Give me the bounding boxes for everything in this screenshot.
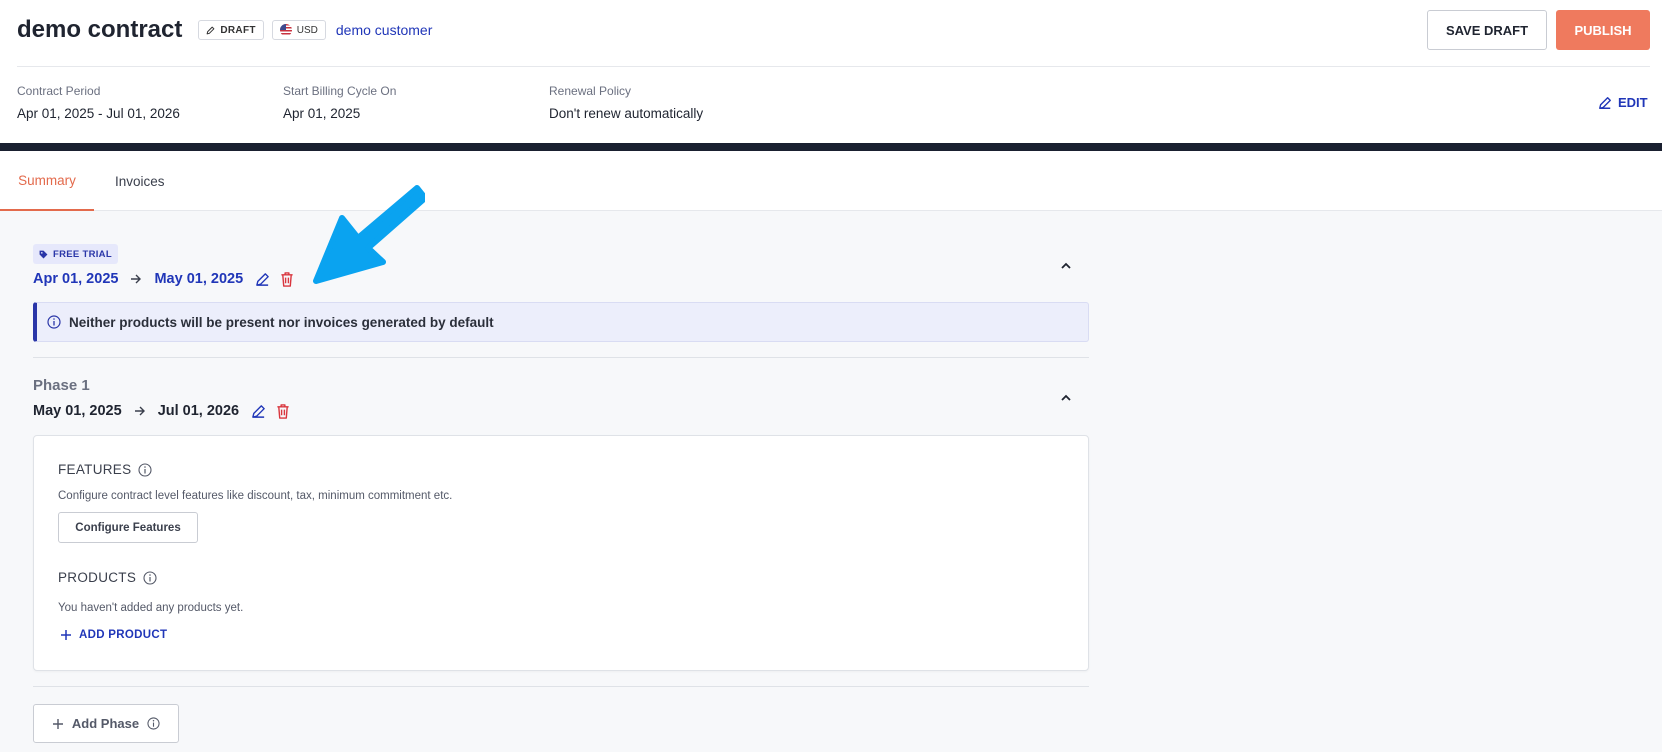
- edit-trial-button[interactable]: [255, 272, 270, 287]
- phase-card: FEATURES Configure contract level featur…: [33, 435, 1089, 671]
- free-trial-label: FREE TRIAL: [53, 248, 112, 260]
- phase-dates: May 01, 2025 Jul 01, 2026: [33, 403, 290, 419]
- add-phase-button[interactable]: Add Phase: [33, 704, 179, 743]
- draft-badge: DRAFT: [198, 20, 264, 40]
- pencil-icon: [1599, 96, 1611, 109]
- tab-bar: Summary Invoices: [0, 151, 1662, 211]
- annotation-arrow-icon: [313, 185, 425, 284]
- edit-label: EDIT: [1618, 95, 1648, 110]
- phase-start-date: May 01, 2025: [33, 403, 122, 419]
- trash-icon: [281, 271, 293, 287]
- info-icon: [47, 315, 61, 329]
- pencil-icon: [252, 404, 265, 418]
- free-trial-info-text: Neither products will be present nor inv…: [69, 314, 494, 330]
- customer-link[interactable]: demo customer: [336, 22, 432, 38]
- pencil-icon: [256, 272, 269, 286]
- contract-period: Contract Period Apr 01, 2025 - Jul 01, 2…: [17, 84, 180, 121]
- plus-icon: [61, 630, 71, 640]
- billing-cycle: Start Billing Cycle On Apr 01, 2025: [283, 84, 396, 121]
- delete-trial-button[interactable]: [280, 271, 294, 287]
- currency-badge: USD: [271, 20, 326, 40]
- page-title: demo contract: [17, 16, 183, 43]
- save-draft-button[interactable]: SAVE DRAFT: [1427, 10, 1547, 50]
- products-heading: PRODUCTS: [58, 570, 157, 585]
- tag-icon: [39, 250, 48, 258]
- contract-header: demo contract DRAFT USD demo customer SA…: [0, 0, 1662, 143]
- contract-period-value: Apr 01, 2025 - Jul 01, 2026: [17, 106, 180, 121]
- phase-end-date: Jul 01, 2026: [157, 403, 240, 419]
- edit-phase-button[interactable]: [251, 404, 266, 419]
- add-product-button[interactable]: ADD PRODUCT: [60, 629, 167, 641]
- plus-icon: [52, 718, 63, 729]
- trial-start-date: Apr 01, 2025: [33, 271, 119, 287]
- delete-phase-button[interactable]: [276, 403, 290, 419]
- add-phase-label: Add Phase: [71, 716, 140, 731]
- collapse-phase-chevron-icon[interactable]: [1059, 391, 1073, 405]
- features-description: Configure contract level features like d…: [58, 490, 453, 502]
- pencil-icon: [206, 26, 215, 34]
- contract-period-label: Contract Period: [17, 84, 101, 98]
- us-flag-icon: [279, 24, 292, 36]
- billing-cycle-label: Start Billing Cycle On: [283, 84, 397, 98]
- info-icon[interactable]: [143, 570, 157, 585]
- tab-summary[interactable]: Summary: [0, 151, 94, 211]
- trial-end-date: May 01, 2025: [154, 271, 244, 287]
- features-heading: FEATURES: [58, 462, 152, 477]
- info-icon: [147, 717, 160, 730]
- free-trial-info-banner: Neither products will be present nor inv…: [33, 302, 1089, 342]
- title-row: demo contract DRAFT USD demo customer: [17, 14, 432, 46]
- free-trial-badge: FREE TRIAL: [33, 244, 118, 264]
- section-divider: [33, 357, 1089, 358]
- collapse-trial-chevron-icon[interactable]: [1059, 259, 1073, 273]
- features-title: FEATURES: [58, 462, 132, 477]
- tab-invoices[interactable]: Invoices: [115, 151, 165, 211]
- section-divider: [33, 686, 1089, 687]
- edit-contract-button[interactable]: EDIT: [1598, 95, 1648, 110]
- products-title: PRODUCTS: [58, 570, 137, 585]
- phase-title: Phase 1: [33, 377, 90, 394]
- header-divider: [17, 66, 1650, 67]
- publish-button[interactable]: PUBLISH: [1556, 10, 1650, 50]
- draft-badge-label: DRAFT: [220, 24, 256, 36]
- renewal-policy-value: Don't renew automatically: [549, 106, 704, 121]
- free-trial-dates: Apr 01, 2025 May 01, 2025: [33, 271, 294, 287]
- renewal-policy-label: Renewal Policy: [549, 84, 632, 98]
- header-dark-bar: [0, 143, 1662, 151]
- arrow-right-icon: [130, 273, 142, 285]
- arrow-right-icon: [134, 405, 146, 417]
- billing-cycle-value: Apr 01, 2025: [283, 106, 361, 121]
- info-icon[interactable]: [138, 462, 152, 477]
- add-product-label: ADD PRODUCT: [79, 629, 168, 641]
- currency-label: USD: [296, 24, 318, 36]
- products-empty-text: You haven't added any products yet.: [58, 602, 244, 614]
- renewal-policy: Renewal Policy Don't renew automatically: [549, 84, 703, 121]
- trash-icon: [277, 403, 289, 419]
- configure-features-button[interactable]: Configure Features: [58, 512, 198, 543]
